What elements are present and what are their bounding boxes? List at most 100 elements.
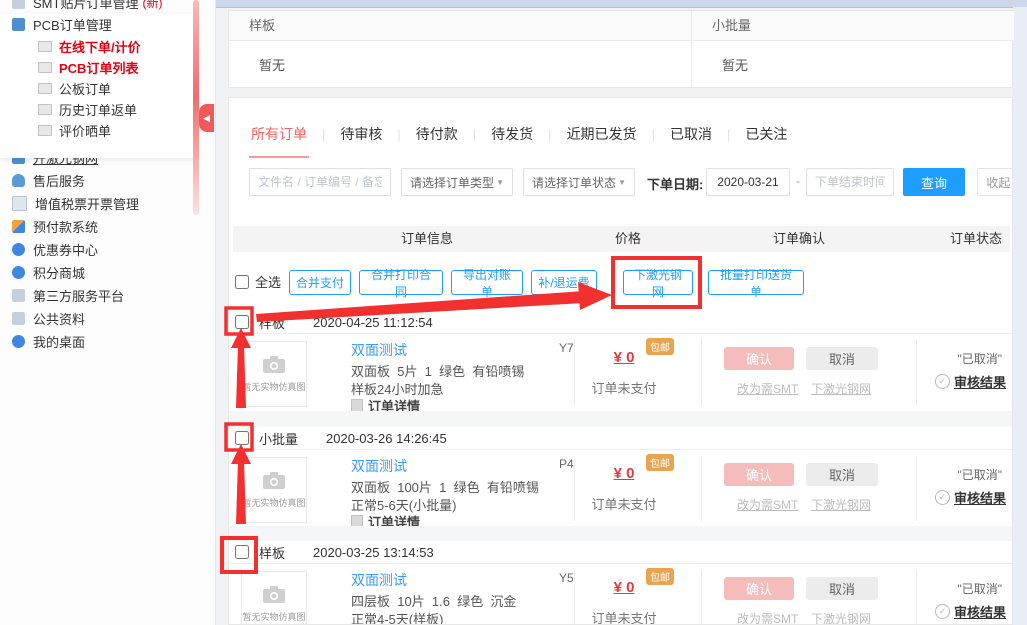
tab-followed[interactable]: 已关注 [743,124,789,144]
tab-pending-review[interactable]: 待审核 [338,124,384,144]
sidebar-item-public-board-orders[interactable]: 公板订单 [0,78,215,99]
sidebar-item-label: 增值税票开票管理 [35,194,139,213]
menu-icon [12,0,25,9]
confirm-button[interactable]: 确认 [724,347,794,370]
laser-stencil-link[interactable]: 下激光钢网 [811,496,871,513]
panel-title: 样板 [229,11,691,41]
sidebar: SMT贴片订单管理 (新) PCB订单管理 在线下单/计价 PCB订单列表 公板… [0,0,216,625]
change-to-smt-link[interactable]: 改为需SMT [737,610,798,625]
sidebar-item-label: 评价晒单 [59,121,111,140]
sidebar-item-truncated[interactable]: SMT贴片订单管理 (新) [0,0,215,13]
order-title-link[interactable]: 双面测试 [351,570,407,590]
summary-smallbatch-panel: 小批量 暂无 [691,11,1014,87]
order-title-link[interactable]: 双面测试 [351,456,407,476]
order-group: 样板 2020-03-25 13:14:53 暂无实物仿真图 双面测试 Y5 四… [229,541,1013,625]
order-status-text: "已取消" [957,580,1002,597]
sidebar-item-review-share[interactable]: 评价晒单 [0,120,215,141]
sidebar-item-label: 我的桌面 [33,332,85,351]
search-button[interactable]: 查询 [903,168,965,196]
tab-all-orders[interactable]: 所有订单 [249,124,309,144]
order-checkbox[interactable] [235,431,249,445]
keyword-input[interactable] [249,168,391,196]
chevron-down-icon: ▼ [496,178,504,187]
export-statement-button[interactable]: 导出对账单 [451,270,523,295]
no-image-text: 暂无实物仿真图 [242,380,305,393]
date-start-input[interactable] [706,168,790,196]
merge-pay-button[interactable]: 合并支付 [289,270,351,295]
collapse-filters-button[interactable]: 收起 《 [977,168,1013,196]
order-status-text: "已取消" [957,466,1002,483]
date-end-input[interactable] [806,168,894,196]
sidebar-item-third-party-platform[interactable]: 第三方服务平台 [0,284,215,307]
order-price: ¥ 0 [574,349,674,366]
merge-print-contract-button[interactable]: 合并打印合同 [359,270,443,295]
order-type-select[interactable]: 请选择订单类型 ▼ [401,168,513,196]
sidebar-item-label: 公板订单 [59,79,111,98]
desktop-icon [12,335,25,348]
no-image-text: 暂无实物仿真图 [242,496,305,509]
sidebar-item-public-resources[interactable]: 公共资料 [0,307,215,330]
person-icon [12,174,25,187]
order-spec: 双面板 5片 1 绿色 有铅喷锡 [351,361,524,380]
sidebar-item-points-mall[interactable]: 积分商城 [0,261,215,284]
tab-cancelled[interactable]: 已取消 [668,124,714,144]
order-checkbox[interactable] [235,545,249,559]
sidebar-item-prepay-system[interactable]: 预付款系统 [0,215,215,238]
order-price: ¥ 0 [574,579,674,596]
cancel-button[interactable]: 取消 [806,577,878,600]
order-status-text: "已取消" [957,350,1002,367]
camera-icon [262,586,286,604]
change-to-smt-link[interactable]: 改为需SMT [737,496,798,513]
laser-stencil-link[interactable]: 下激光钢网 [811,610,871,625]
group-separator [229,411,1013,427]
sidebar-item-after-sales[interactable]: 售后服务 [0,169,215,192]
panel-title: 小批量 [692,11,1014,41]
order-price: ¥ 0 [574,465,674,482]
sidebar-item-label: 优惠券中心 [33,240,98,259]
order-datetime: 2020-03-25 13:14:53 [313,545,434,560]
confirm-button[interactable]: 确认 [724,577,794,600]
order-group-header: 样板 2020-03-25 13:14:53 [229,541,1013,564]
confirm-button[interactable]: 确认 [724,463,794,486]
order-spec: 四层板 10片 1.6 绿色 沉金 [351,591,516,610]
tab-pending-payment[interactable]: 待付款 [414,124,460,144]
tab-pending-shipment[interactable]: 待发货 [489,124,535,144]
change-to-smt-link[interactable]: 改为需SMT [737,380,798,397]
refund-shipping-button[interactable]: 补/退运费 [531,270,597,295]
sidebar-item-label: 公共资料 [33,309,85,328]
order-group: 样板 2020-04-25 11:12:54 暂无实物仿真图 双面测试 Y7 双… [229,311,1013,412]
order-title-link[interactable]: 双面测试 [351,340,407,360]
laser-stencil-button[interactable]: 下激光钢网 [623,270,693,295]
sidebar-item-coupon-center[interactable]: 优惠券中心 [0,238,215,261]
order-status-select[interactable]: 请选择订单状态 ▼ [523,168,635,196]
cancel-button[interactable]: 取消 [806,463,878,486]
cancel-button[interactable]: 取消 [806,347,878,370]
batch-print-delivery-button[interactable]: 批量打印送货单 [708,270,804,295]
order-datetime: 2020-04-25 11:12:54 [313,315,433,330]
order-thumbnail: 暂无实物仿真图 [241,457,307,523]
sidebar-item-pcb-order-mgmt[interactable]: PCB订单管理 [0,13,215,36]
tab-recently-shipped[interactable]: 近期已发货 [565,124,639,144]
sidebar-item-history-reorder[interactable]: 历史订单返单 [0,99,215,120]
camera-icon [262,472,286,490]
orders-card: 所有订单 | 待审核 | 待付款 | 待发货 | 近期已发货 | 已取消 | 已… [228,97,1013,625]
date-label: 下单日期: [647,174,703,193]
audit-result-link[interactable]: 审核结果 [954,602,1006,621]
check-circle-icon: ✓ [935,604,950,619]
order-checkbox[interactable] [235,315,249,329]
sidebar-item-pcb-order-list[interactable]: PCB订单列表 [0,57,215,78]
order-row: 暂无实物仿真图 双面测试 P4 双面板 100片 1 绿色 有铅喷锡 正常5-6… [229,450,1013,528]
audit-result: ✓ 审核结果 [935,372,1006,391]
sidebar-item-my-desktop[interactable]: 我的桌面 [0,330,215,353]
sidebar-item-online-order[interactable]: 在线下单/计价 [0,36,215,57]
laser-stencil-link[interactable]: 下激光钢网 [811,380,871,397]
check-circle-icon: ✓ [935,374,950,389]
select-all-checkbox[interactable]: 全选 [235,272,281,291]
sidebar-item-vat-invoice[interactable]: 增值税票开票管理 [0,192,215,215]
checkbox[interactable] [235,275,249,289]
audit-result-link[interactable]: 审核结果 [954,488,1006,507]
folder-icon [12,18,25,31]
order-group: 小批量 2020-03-26 14:26:45 暂无实物仿真图 双面测试 P4 … [229,427,1013,528]
sidebar-item-label: SMT贴片订单管理 [33,0,138,12]
audit-result-link[interactable]: 审核结果 [954,372,1006,391]
